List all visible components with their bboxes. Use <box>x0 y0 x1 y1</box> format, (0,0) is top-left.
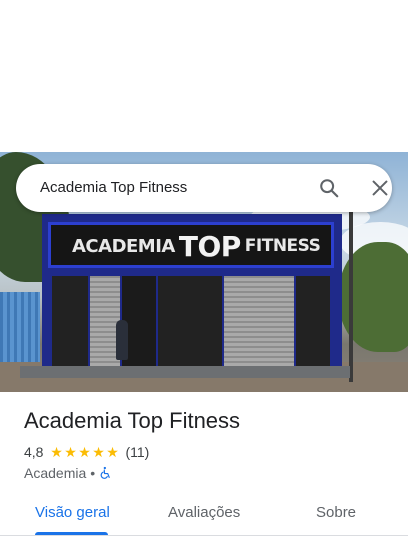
star-icon: ★ <box>78 444 91 460</box>
place-info-panel: Academia Top Fitness 4,8 ★ ★ ★ ★ ★ (11) … <box>0 392 408 544</box>
wheelchair-accessible-icon <box>100 466 110 479</box>
close-icon[interactable] <box>369 177 391 199</box>
dark-panel <box>52 276 88 368</box>
rating-row[interactable]: 4,8 ★ ★ ★ ★ ★ (11) <box>24 444 149 460</box>
category-row: Academia • <box>24 465 113 481</box>
blank-map-area <box>0 0 408 152</box>
tab-about[interactable]: Sobre <box>316 504 356 521</box>
sign-academia: ACADEMIA <box>72 235 175 257</box>
review-count[interactable]: (11) <box>125 444 149 460</box>
sign-fitness: FITNESS <box>244 236 321 256</box>
dark-panel <box>158 276 222 368</box>
tab-reviews[interactable]: Avaliações <box>168 504 240 521</box>
search-icon[interactable] <box>318 177 340 199</box>
star-rating: ★ ★ ★ ★ ★ <box>49 445 119 459</box>
star-icon: ★ <box>92 444 105 460</box>
neighbor-door <box>0 292 40 362</box>
star-icon: ★ <box>106 444 119 460</box>
utility-pole <box>349 212 353 382</box>
place-title: Academia Top Fitness <box>24 408 241 433</box>
dark-panel <box>296 276 330 368</box>
rolling-shutter <box>224 276 294 368</box>
tab-overview[interactable]: Visão geral <box>35 504 110 521</box>
search-bar[interactable]: Academia Top Fitness <box>16 164 392 212</box>
sign-top: TOP <box>178 229 241 263</box>
gym-sign-text: ACADEMIA TOP FITNESS <box>72 229 321 263</box>
separator-dot: • <box>90 465 96 481</box>
search-input[interactable]: Academia Top Fitness <box>40 179 187 196</box>
person <box>116 320 128 360</box>
place-tabs: Visão geral Avaliações Sobre <box>0 492 408 536</box>
star-icon: ★ <box>64 444 77 460</box>
sidewalk <box>20 366 350 378</box>
star-icon: ★ <box>50 444 63 460</box>
divider <box>0 535 408 536</box>
place-category: Academia <box>24 465 87 481</box>
rating-value: 4,8 <box>24 444 44 460</box>
